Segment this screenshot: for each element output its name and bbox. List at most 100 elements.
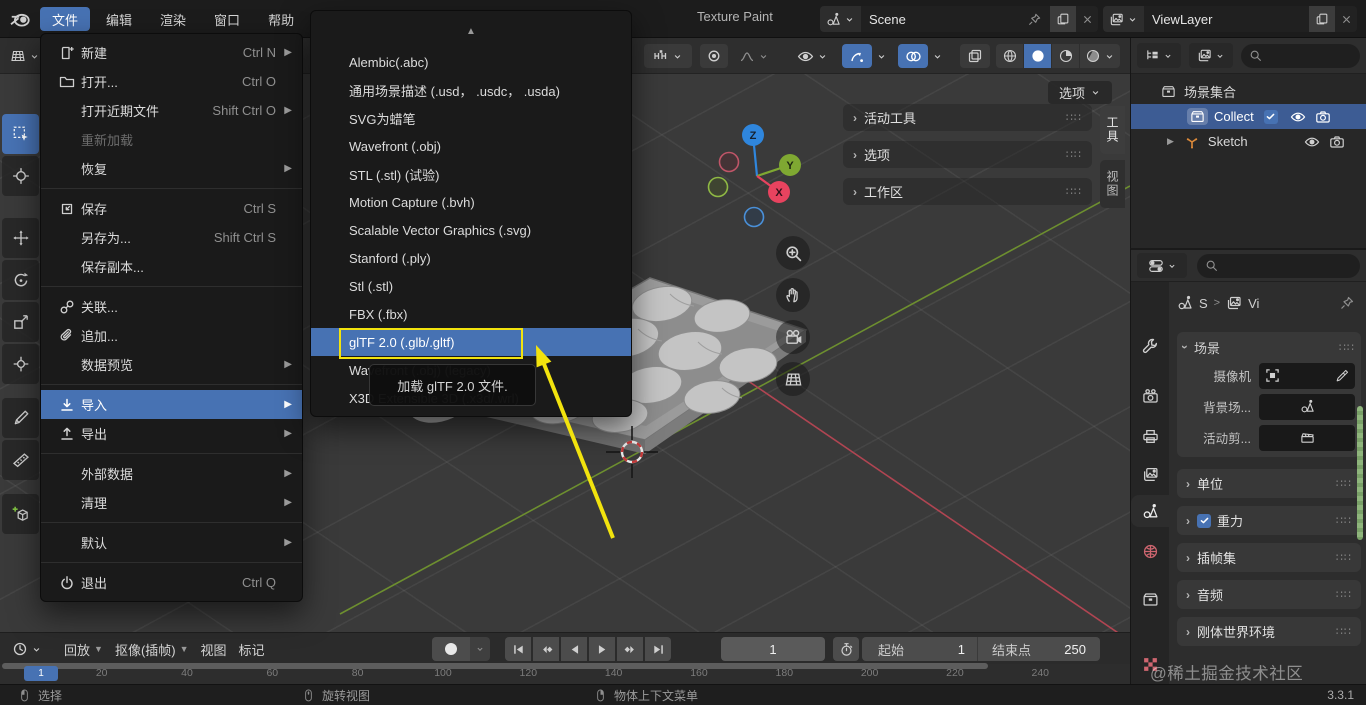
next-keyframe-button[interactable] <box>617 637 643 661</box>
import-format-item[interactable]: Stanford (.ply) <box>311 244 631 272</box>
properties-panel-header[interactable]: › 插帧集 ∷∷ <box>1177 543 1361 572</box>
import-format-item[interactable]: SVG为蜡笔 <box>311 104 631 132</box>
tab-scene[interactable] <box>1131 495 1169 527</box>
tool-cursor[interactable] <box>2 156 39 196</box>
gizmo-minus-y-ball[interactable] <box>707 176 729 198</box>
tab-render[interactable] <box>1131 380 1169 412</box>
active-clip-field[interactable] <box>1259 424 1355 451</box>
tool-measure[interactable] <box>2 440 39 480</box>
pin-icon[interactable] <box>1339 295 1355 311</box>
editor-type-button[interactable] <box>6 44 44 68</box>
sidebar-panel-header[interactable]: › 选项 ∷∷ <box>843 141 1092 168</box>
tab-view-layer[interactable] <box>1131 458 1169 490</box>
hide-eye-icon[interactable] <box>1290 109 1306 125</box>
panel-grip[interactable]: ∷∷ <box>1066 185 1082 198</box>
jump-to-start-button[interactable] <box>505 637 531 661</box>
import-format-item[interactable]: Alembic(.abc) <box>311 48 631 76</box>
gizmo-minus-z-ball[interactable] <box>743 206 765 228</box>
playhead[interactable]: 1 <box>24 666 58 681</box>
sidebar-tab[interactable]: 视图 <box>1100 160 1125 208</box>
start-frame-field[interactable]: 起始 1 <box>862 637 977 661</box>
new-viewlayer-button[interactable] <box>1309 6 1335 32</box>
menu-item-quit[interactable]: 退出 Ctrl Q <box>41 568 302 597</box>
panel-grip[interactable]: ∷∷ <box>1336 625 1352 638</box>
proportional-falloff-button[interactable] <box>732 44 776 68</box>
eyedropper-icon[interactable] <box>1335 369 1349 383</box>
jump-to-end-button[interactable] <box>645 637 671 661</box>
zoom-view-button[interactable] <box>776 236 810 270</box>
import-format-item[interactable]: Stl (.stl) <box>311 272 631 300</box>
object-visibility-button[interactable] <box>789 44 835 68</box>
menu-item-import[interactable]: 导入 ▶ <box>41 390 302 419</box>
import-format-item[interactable]: STL (.stl) (试验) <box>311 160 631 188</box>
outliner-row-collect[interactable]: Collect <box>1131 104 1366 129</box>
panel-grip[interactable]: ∷∷ <box>1336 477 1352 490</box>
overlays-dropdown[interactable] <box>928 44 946 68</box>
menu-item-save[interactable]: 保存 Ctrl S <box>41 194 302 223</box>
scene-type-button[interactable] <box>820 6 861 32</box>
menu-item-open-recent[interactable]: 打开近期文件 Shift Ctrl O ▶ <box>41 96 302 125</box>
menu-item-revert[interactable]: 重新加载 <box>41 125 302 154</box>
play-button[interactable] <box>589 637 615 661</box>
navigation-gizmo[interactable]: Z Y X <box>707 124 802 228</box>
timeline-menu-item[interactable]: 抠像(插帧) ▼ <box>109 638 195 660</box>
menu-item-export[interactable]: 导出 ▶ <box>41 419 302 448</box>
menu-item-save-copy[interactable]: 保存副本... <box>41 252 302 281</box>
disable-render-camera-icon[interactable] <box>1329 134 1345 150</box>
timeline-menu-item[interactable]: 标记 ▼ <box>233 638 271 660</box>
shading-material-button[interactable] <box>1052 44 1079 68</box>
outliner-display-mode-button[interactable] <box>1137 43 1181 68</box>
tool-move[interactable] <box>2 218 39 258</box>
tab-collection[interactable] <box>1131 583 1169 615</box>
menu-item-open[interactable]: 打开... Ctrl O <box>41 67 302 96</box>
menu-item-append[interactable]: 追加... <box>41 321 302 350</box>
snap-target-button[interactable] <box>644 44 692 68</box>
viewlayer-type-button[interactable] <box>1103 6 1144 32</box>
viewport-options-button[interactable]: 选项 <box>1048 81 1112 104</box>
import-format-item[interactable]: Scalable Vector Graphics (.svg) <box>311 216 631 244</box>
properties-panel-header[interactable]: › 刚体世界环境 ∷∷ <box>1177 617 1361 646</box>
proportional-edit-toggle[interactable] <box>700 44 728 68</box>
toggle-perspective-button[interactable] <box>776 362 810 396</box>
tab-world[interactable] <box>1131 535 1169 567</box>
tab-tool[interactable] <box>1131 330 1169 362</box>
import-format-item[interactable]: 通用场景描述 (.usd， .usdc， .usda) <box>311 76 631 104</box>
properties-panel-header[interactable]: › 单位 ∷∷ <box>1177 469 1361 498</box>
outliner-filter-button[interactable] <box>1189 43 1233 68</box>
gizmo-minus-x-ball[interactable] <box>718 151 740 173</box>
properties-panel-header[interactable]: › 音频 ∷∷ <box>1177 580 1361 609</box>
hide-eye-icon[interactable] <box>1304 134 1320 150</box>
scene-name-field[interactable]: Scene <box>861 6 1050 32</box>
pin-icon[interactable] <box>1027 12 1042 27</box>
remove-viewlayer-button[interactable] <box>1335 6 1357 32</box>
panel-grip[interactable]: ∷∷ <box>1339 341 1355 354</box>
panel-grip[interactable]: ∷∷ <box>1336 588 1352 601</box>
import-format-item[interactable]: glTF 2.0 (.glb/.gltf) <box>311 328 631 359</box>
sidebar-panel-header[interactable]: › 活动工具 ∷∷ <box>843 104 1092 131</box>
panel-grip[interactable]: ∷∷ <box>1336 551 1352 564</box>
panel-grip[interactable]: ∷∷ <box>1066 148 1082 161</box>
timeline-editor-type-button[interactable] <box>8 637 46 661</box>
play-reverse-button[interactable] <box>561 637 587 661</box>
sidebar-panel-header[interactable]: › 工作区 ∷∷ <box>843 178 1092 205</box>
scene-panel-header[interactable]: › 场景 ∷∷ <box>1178 332 1355 362</box>
gizmo-dropdown[interactable] <box>872 44 890 68</box>
collection-checkbox[interactable] <box>1263 109 1278 124</box>
current-frame-field[interactable]: 1 <box>721 637 825 661</box>
pan-view-button[interactable] <box>776 278 810 312</box>
tool-scale[interactable] <box>2 302 39 342</box>
gravity-checkbox[interactable] <box>1197 513 1211 528</box>
workspace-tab-texture-paint[interactable]: Texture Paint <box>697 9 773 24</box>
shading-wireframe-button[interactable] <box>996 44 1023 68</box>
outliner-row-sketch[interactable]: ▶ Sketch <box>1131 129 1366 154</box>
topbar-menu-item[interactable]: 窗口 <box>202 7 252 31</box>
timeline-menu-item[interactable]: 视图 ▼ <box>195 638 233 660</box>
previous-keyframe-button[interactable] <box>533 637 559 661</box>
background-scene-field[interactable] <box>1259 393 1355 420</box>
blender-logo-icon[interactable] <box>8 7 32 31</box>
import-format-item[interactable]: FBX (.fbx) <box>311 300 631 328</box>
auto-keying-button[interactable] <box>432 637 470 661</box>
scroll-up-indicator[interactable]: ▲ <box>311 15 631 48</box>
show-gizmo-toggle[interactable] <box>842 44 872 68</box>
xray-toggle[interactable] <box>960 44 990 68</box>
